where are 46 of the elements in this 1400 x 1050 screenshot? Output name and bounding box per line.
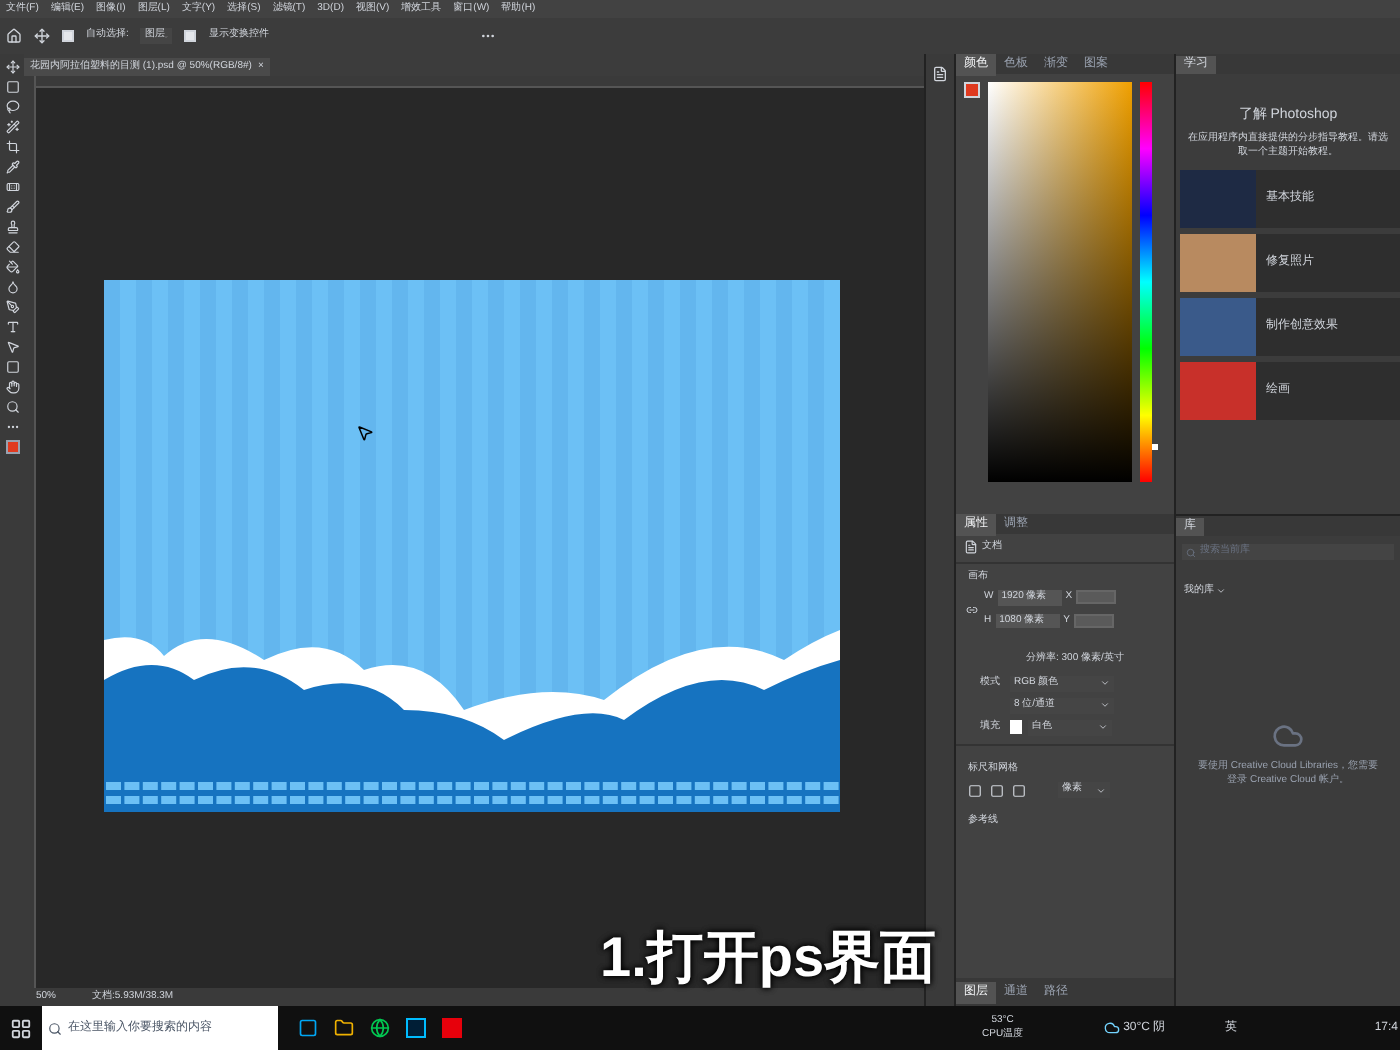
tool-icon[interactable] <box>5 100 19 114</box>
search-icon <box>48 1021 62 1035</box>
tool-icon[interactable] <box>5 120 19 134</box>
document-icon <box>964 540 978 555</box>
browser-icon[interactable] <box>370 1018 390 1038</box>
caret-icon <box>1100 700 1110 710</box>
app-icon[interactable] <box>298 1018 318 1038</box>
fill-swatch[interactable] <box>1010 720 1022 734</box>
checkbox[interactable] <box>184 30 197 42</box>
tool-icon[interactable] <box>5 180 19 194</box>
tool-icon[interactable] <box>5 320 19 334</box>
input-field[interactable] <box>1076 590 1117 605</box>
start-icon[interactable] <box>10 1017 32 1039</box>
cursor-icon <box>356 424 374 442</box>
tool-icon[interactable] <box>5 280 19 294</box>
checkbox[interactable] <box>62 30 74 42</box>
weather-icon <box>1103 1020 1120 1036</box>
tool-icon[interactable] <box>5 300 19 314</box>
tool-icon[interactable] <box>5 420 19 434</box>
tool-icon[interactable] <box>5 140 19 154</box>
input-field[interactable] <box>1073 613 1114 628</box>
tool-icon[interactable] <box>5 380 19 394</box>
hue-slider-thumb[interactable] <box>1152 444 1158 450</box>
link-icon[interactable] <box>966 603 978 615</box>
home-icon[interactable] <box>6 28 22 44</box>
color-swatch-icon[interactable] <box>964 82 980 98</box>
caret-icon <box>1098 722 1108 732</box>
tool-icon[interactable] <box>5 400 19 414</box>
video-caption: 1.打开ps界面 <box>600 924 937 992</box>
tool-icon[interactable] <box>5 200 19 214</box>
folder-icon[interactable] <box>334 1018 354 1038</box>
color-swatch-icon[interactable] <box>5 440 19 454</box>
panel-icon[interactable] <box>932 66 948 82</box>
move-tool-icon[interactable] <box>34 28 50 44</box>
tool-icon[interactable] <box>5 260 19 274</box>
tool-icon[interactable] <box>5 60 19 74</box>
search-icon <box>1186 547 1196 557</box>
tool-icon[interactable] <box>5 220 19 234</box>
cloud-icon <box>1272 719 1304 751</box>
color-field[interactable] <box>988 82 1132 482</box>
tool-icon[interactable] <box>5 160 19 174</box>
caret-icon <box>1100 678 1110 688</box>
tool-icon[interactable] <box>5 240 19 254</box>
caret-icon <box>1096 785 1106 795</box>
tool-icon[interactable] <box>5 80 19 94</box>
caret-icon <box>1216 586 1226 597</box>
